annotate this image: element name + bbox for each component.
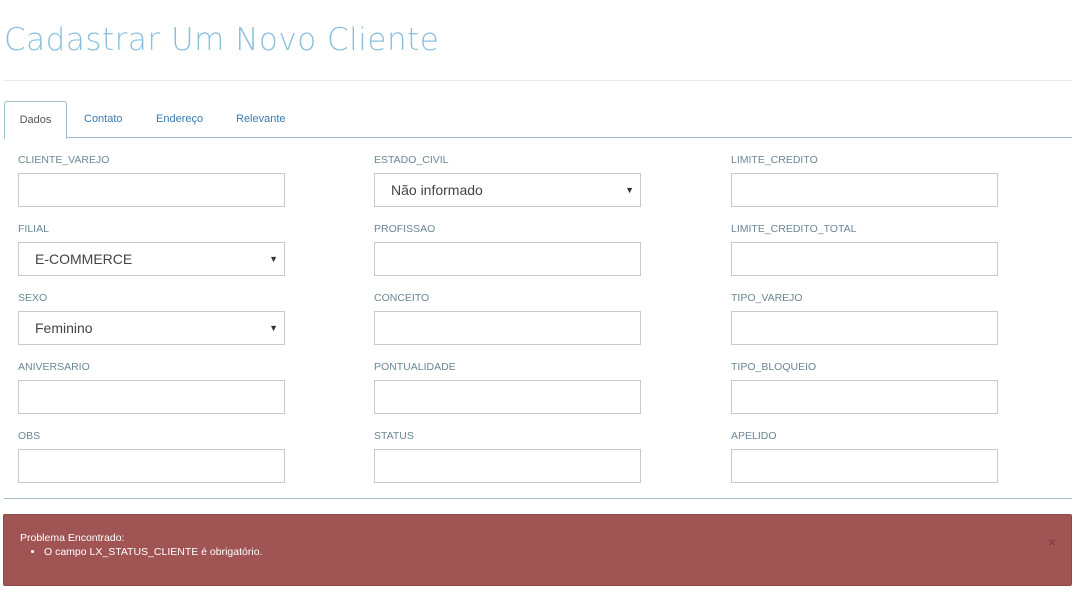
filial-select[interactable]: E-COMMERCE ▼ — [18, 242, 285, 276]
chevron-down-icon: ▼ — [269, 323, 278, 333]
alert-title: Problema Encontrado: — [20, 532, 125, 544]
apelido-label: APELIDO — [731, 430, 777, 442]
status-label: STATUS — [374, 430, 414, 442]
tab-endereco[interactable]: Endereço — [156, 101, 203, 137]
tipo-varejo-input[interactable] — [731, 311, 998, 345]
cliente-varejo-input[interactable] — [18, 173, 285, 207]
profissao-label: PROFISSAO — [374, 223, 436, 235]
tipo-varejo-label: TIPO_VAREJO — [731, 292, 803, 304]
tipo-bloqueio-label: TIPO_BLOQUEIO — [731, 361, 817, 373]
aniversario-label: ANIVERSARIO — [18, 361, 90, 373]
sexo-label: SEXO — [18, 292, 48, 304]
title-divider — [4, 80, 1072, 81]
obs-input[interactable] — [18, 449, 285, 483]
form-divider — [4, 498, 1072, 499]
limite-credito-total-label: LIMITE_CREDITO_TOTAL — [731, 223, 857, 235]
tab-dados[interactable]: Dados — [4, 101, 67, 139]
tipo-bloqueio-input[interactable] — [731, 380, 998, 414]
sexo-select[interactable]: Feminino ▼ — [18, 311, 285, 345]
apelido-input[interactable] — [731, 449, 998, 483]
conceito-label: CONCEITO — [374, 292, 430, 304]
aniversario-input[interactable] — [18, 380, 285, 414]
alert-message-list: O campo LX_STATUS_CLIENTE é obrigatório. — [20, 546, 262, 558]
estado-civil-label: ESTADO_CIVIL — [374, 154, 449, 166]
sexo-select-value: Feminino — [35, 320, 93, 336]
close-icon[interactable]: × — [1048, 535, 1056, 549]
tab-contato[interactable]: Contato — [84, 101, 123, 137]
tab-bar: Dados Contato Endereço Relevante — [4, 101, 1072, 139]
estado-civil-select[interactable]: Não informado ▼ — [374, 173, 641, 207]
obs-label: OBS — [18, 430, 41, 442]
pontualidade-label: PONTUALIDADE — [374, 361, 456, 373]
alert-message: O campo LX_STATUS_CLIENTE é obrigatório. — [44, 546, 262, 558]
page: Cadastrar Um Novo Cliente Dados Contato … — [0, 0, 1078, 599]
limite-credito-label: LIMITE_CREDITO — [731, 154, 818, 166]
page-title: Cadastrar Um Novo Cliente — [4, 22, 440, 58]
estado-civil-select-value: Não informado — [391, 182, 483, 198]
filial-label: FILIAL — [18, 223, 49, 235]
profissao-input[interactable] — [374, 242, 641, 276]
tab-relevante[interactable]: Relevante — [236, 101, 286, 137]
conceito-input[interactable] — [374, 311, 641, 345]
chevron-down-icon: ▼ — [269, 254, 278, 264]
cliente-varejo-label: CLIENTE_VAREJO — [18, 154, 110, 166]
error-alert: Problema Encontrado: O campo LX_STATUS_C… — [3, 514, 1072, 586]
status-input[interactable] — [374, 449, 641, 483]
chevron-down-icon: ▼ — [625, 185, 634, 195]
limite-credito-input[interactable] — [731, 173, 998, 207]
filial-select-value: E-COMMERCE — [35, 251, 133, 267]
pontualidade-input[interactable] — [374, 380, 641, 414]
limite-credito-total-input[interactable] — [731, 242, 998, 276]
